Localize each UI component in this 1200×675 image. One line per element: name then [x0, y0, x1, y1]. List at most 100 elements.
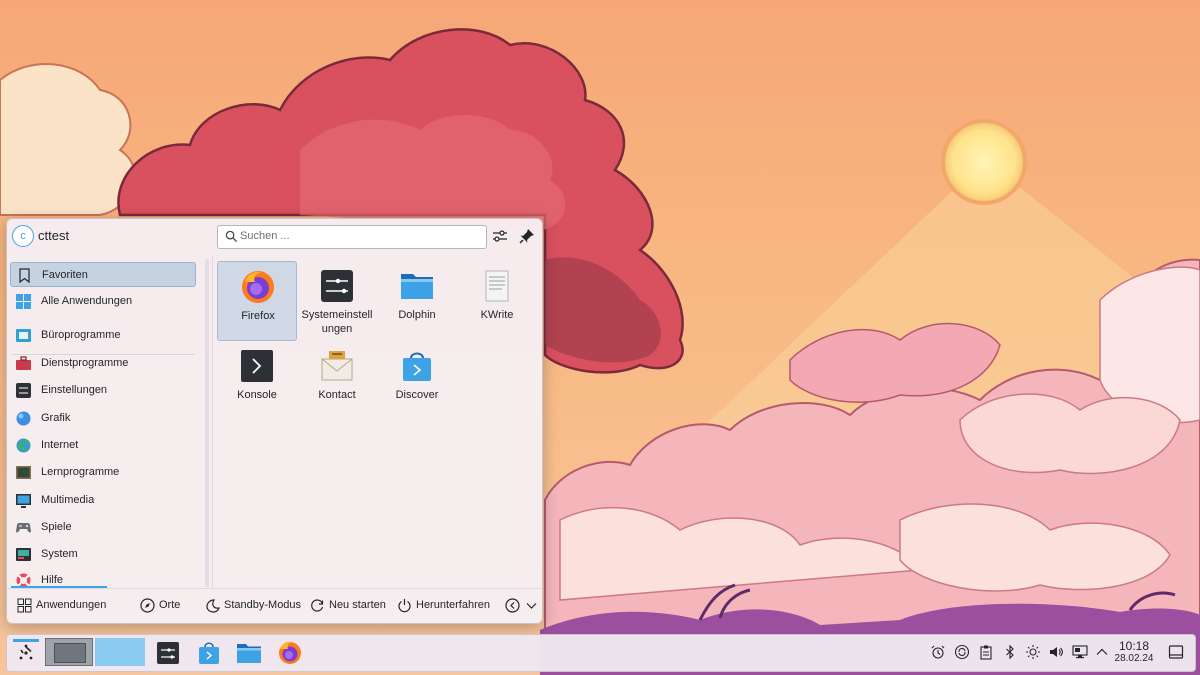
- lifebuoy-icon: [16, 573, 31, 586]
- app-label-line: Systemeinstell: [301, 309, 373, 321]
- folder-icon: [401, 274, 433, 299]
- network-icon[interactable]: [1072, 644, 1088, 660]
- sidebar-item-label: System: [41, 548, 78, 560]
- bluetooth-icon[interactable]: [1002, 644, 1018, 660]
- app-discover[interactable]: Discover: [377, 341, 457, 421]
- app-label: KWrite: [480, 309, 514, 321]
- tab-label: Orte: [159, 599, 181, 611]
- sidebar-item-system[interactable]: System: [10, 542, 196, 567]
- show-desktop-button[interactable]: [1168, 644, 1184, 660]
- app-systemeinstellungen[interactable]: Systemeinstell ungen: [297, 261, 377, 341]
- button-label: Neu starten: [329, 599, 386, 611]
- virtual-desktop-2[interactable]: [95, 638, 145, 666]
- shutdown-button[interactable]: Herunterfahren: [397, 597, 493, 615]
- chalkboard-icon: [16, 466, 31, 479]
- task-discover[interactable]: [196, 639, 222, 667]
- clipboard-icon[interactable]: [978, 644, 994, 660]
- app-label: Dolphin: [398, 309, 436, 321]
- grid-icon: [17, 598, 32, 613]
- task-system-settings[interactable]: [155, 639, 181, 667]
- button-label: Standby-Modus: [224, 599, 302, 611]
- tab-applications[interactable]: Anwendungen: [17, 597, 109, 615]
- application-launcher: c cttest Suchen ... Favoriten Alle Anwen…: [6, 218, 543, 624]
- favorites-grid: Firefox Systemeinstell ungen Dolphin KWri…: [215, 259, 540, 584]
- expand-tray-icon[interactable]: [1094, 644, 1110, 660]
- search-icon: [225, 230, 238, 243]
- virtual-desktop-1[interactable]: [45, 638, 93, 666]
- app-konsole[interactable]: Konsole: [217, 341, 297, 421]
- task-firefox[interactable]: [277, 639, 303, 667]
- sidebar-item-internet[interactable]: Internet: [10, 433, 196, 458]
- sidebar-scrollbar[interactable]: [205, 259, 209, 587]
- sidebar-item-dienstprogramme[interactable]: Dienstprogramme: [10, 351, 196, 376]
- settings-icon: [16, 383, 31, 398]
- alarm-icon[interactable]: [930, 644, 946, 660]
- sidebar-item-bueroprogramme[interactable]: Büroprogramme: [10, 323, 196, 348]
- system-settings-icon: [157, 642, 179, 664]
- sidebar-item-label: Alle Anwendungen: [41, 295, 133, 307]
- app-label: Firefox: [241, 310, 275, 322]
- pin-icon: [519, 229, 534, 244]
- search-field[interactable]: Suchen ...: [217, 225, 487, 249]
- sidebar-item-label: Büroprogramme: [41, 329, 121, 341]
- kde-logo-icon: [19, 644, 33, 660]
- bookmark-icon: [19, 268, 30, 284]
- grid-icon: [16, 294, 31, 309]
- tab-label: Anwendungen: [36, 599, 107, 611]
- text-editor-icon: [485, 270, 509, 302]
- launcher-divider: [212, 255, 213, 588]
- power-icon: [398, 599, 411, 613]
- sidebar-item-favoriten[interactable]: Favoriten: [10, 262, 196, 287]
- chevron-down-icon: [526, 603, 537, 609]
- globe-icon: [16, 438, 31, 453]
- app-label: Konsole: [237, 389, 277, 401]
- monitor-icon: [16, 494, 31, 508]
- sidebar-item-multimedia[interactable]: Multimedia: [10, 488, 196, 513]
- sidebar-item-einstellungen[interactable]: Einstellungen: [10, 378, 196, 403]
- pin-button[interactable]: [518, 227, 536, 245]
- configure-button[interactable]: [491, 227, 509, 245]
- task-dolphin[interactable]: [236, 639, 262, 667]
- sleep-icon: [206, 599, 220, 613]
- brightness-icon[interactable]: [1025, 644, 1041, 660]
- leave-menu-button[interactable]: [505, 597, 520, 615]
- mail-icon: [321, 351, 353, 381]
- more-options-button[interactable]: [524, 597, 537, 615]
- tab-places[interactable]: Orte: [140, 597, 190, 615]
- user-avatar[interactable]: c: [12, 225, 34, 247]
- avatar-initial: c: [20, 230, 26, 242]
- app-label-line: ungen: [321, 323, 353, 335]
- volume-icon[interactable]: [1048, 644, 1064, 660]
- app-kontact[interactable]: Kontact: [297, 341, 377, 421]
- app-kwrite[interactable]: KWrite: [457, 261, 537, 341]
- digital-clock[interactable]: 10:18 28.02.24: [1110, 640, 1158, 665]
- gamepad-icon: [16, 523, 31, 533]
- app-dolphin[interactable]: Dolphin: [377, 261, 457, 341]
- restart-button[interactable]: Neu starten: [310, 597, 390, 615]
- app-launcher-button[interactable]: [13, 639, 39, 667]
- update-icon[interactable]: [954, 644, 970, 660]
- sidebar-item-label: Hilfe: [41, 574, 64, 586]
- show-desktop-icon: [1168, 645, 1184, 659]
- store-icon: [199, 642, 219, 664]
- sidebar-item-spiele[interactable]: Spiele: [10, 515, 196, 540]
- sidebar-item-label: Favoriten: [42, 269, 88, 281]
- active-indicator: [13, 639, 39, 642]
- category-sidebar: Favoriten Alle Anwendungen Büroprogramme…: [7, 255, 199, 586]
- firefox-icon: [279, 641, 301, 664]
- sidebar-item-lernprogramme[interactable]: Lernprogramme: [10, 460, 196, 485]
- sidebar-item-alle-anwendungen[interactable]: Alle Anwendungen: [10, 289, 196, 314]
- sidebar-item-label: Spiele: [41, 521, 72, 533]
- sidebar-item-hilfe[interactable]: Hilfe: [10, 568, 196, 586]
- graphics-icon: [16, 411, 31, 426]
- clock-time: 10:18: [1118, 639, 1150, 653]
- sleep-button[interactable]: Standby-Modus: [205, 597, 303, 615]
- store-icon: [403, 352, 431, 381]
- system-icon: [16, 548, 31, 561]
- sidebar-item-label: Einstellungen: [41, 384, 108, 396]
- sidebar-item-grafik[interactable]: Grafik: [10, 406, 196, 431]
- app-firefox[interactable]: Firefox: [217, 261, 297, 341]
- sidebar-item-label: Grafik: [41, 412, 71, 424]
- firefox-icon: [242, 271, 274, 303]
- sidebar-item-label: Dienstprogramme: [41, 357, 129, 369]
